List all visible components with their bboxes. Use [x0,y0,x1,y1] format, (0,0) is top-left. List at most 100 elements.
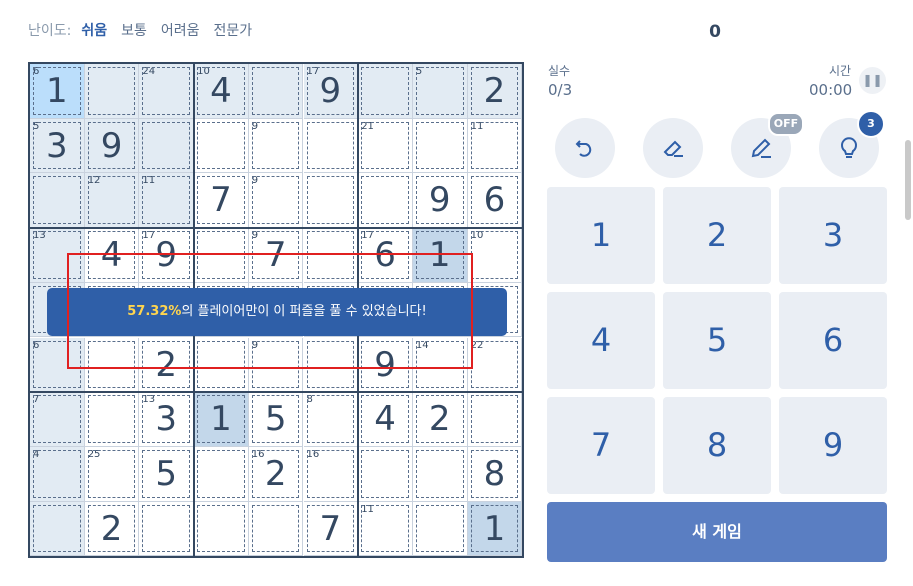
cell-r7c1[interactable]: 7 [30,392,85,447]
cell-r7c9[interactable] [467,392,523,447]
undo-icon [575,140,592,157]
cage-outline [142,504,191,553]
cell-r2c1[interactable]: 53 [30,118,85,174]
cell-r3c6[interactable] [303,173,359,229]
cage-outline [415,504,464,553]
cell-value: 1 [46,71,68,111]
score: 0 [709,22,721,42]
cell-r3c2[interactable]: 12 [84,173,140,229]
difficulty-hard[interactable]: 어려움 [161,20,200,40]
cell-r2c3[interactable] [139,118,195,174]
cell-value: 4 [210,71,232,111]
cell-r8c6[interactable]: 16 [303,446,359,502]
cage-outline [33,449,81,498]
cell-r4c9[interactable]: 10 [467,228,523,283]
pause-icon[interactable]: ❚❚ [859,67,886,94]
cell-r8c2[interactable]: 25 [84,446,140,502]
cell-r7c3[interactable]: 13 3 [139,392,195,447]
numpad-7[interactable]: 7 [547,397,655,494]
cell-r2c4[interactable] [194,118,249,174]
cage-outline [361,449,409,498]
cell-r9c5[interactable] [248,501,304,557]
numpad-5[interactable]: 5 [663,292,771,389]
erase-button[interactable] [643,118,703,178]
cell-r3c1[interactable] [30,173,85,229]
cell-r3c7[interactable] [358,173,413,229]
cell-r9c9[interactable]: 1 [467,501,523,557]
cell-r9c6[interactable]: 7 [303,501,359,557]
cell-r1c5[interactable] [248,64,304,119]
cell-r8c5[interactable]: 16 2 [248,446,304,502]
cell-r9c3[interactable] [139,501,195,557]
cell-r1c4[interactable]: 10 4 [194,64,249,119]
cell-r6c9[interactable]: 22 [467,337,523,393]
cell-r9c1[interactable] [30,501,85,557]
cage-sum: 4 [33,448,40,460]
cell-r7c4[interactable]: 1 [194,392,249,447]
difficulty-expert[interactable]: 전문가 [214,20,253,40]
numpad-4[interactable]: 4 [547,292,655,389]
cell-r7c5[interactable]: 5 [248,392,304,447]
cage-outline [87,395,136,443]
cell-r2c7[interactable]: 21 [358,118,413,174]
page-scrollbar[interactable] [905,140,911,220]
cell-r3c3[interactable]: 11 [139,173,195,229]
cell-r8c4[interactable] [194,446,249,502]
numpad-1[interactable]: 1 [547,187,655,284]
cell-r1c1[interactable]: 61 [30,64,85,119]
cell-r1c8[interactable]: 5 [412,64,468,119]
cell-r7c7[interactable]: 4 [358,392,413,447]
cell-r2c5[interactable]: 9 [248,118,304,174]
cell-r9c2[interactable]: 2 [84,501,140,557]
cell-r8c9[interactable]: 8 [467,446,523,502]
cell-r1c7[interactable] [358,64,413,119]
cage-outline [415,449,464,498]
numpad-2[interactable]: 2 [663,187,771,284]
difficulty-easy[interactable]: 쉬움 [81,20,107,40]
cell-value: 6 [483,180,506,221]
cell-r3c4[interactable]: 7 [194,173,249,229]
cell-r3c5[interactable]: 9 [248,173,304,229]
undo-button[interactable] [555,118,615,178]
cage-sum: 7 [33,394,40,406]
cell-r7c2[interactable] [84,392,140,447]
cell-r3c9[interactable]: 6 [467,173,523,229]
cell-r1c9[interactable]: 2 [467,64,523,119]
cage-outline [197,504,245,553]
numpad-8[interactable]: 8 [663,397,771,494]
cell-value: 2 [264,453,287,494]
difficulty-medium[interactable]: 보통 [121,20,147,40]
cell-r8c3[interactable]: 5 [139,446,195,502]
cell-r1c2[interactable] [84,64,140,119]
cage-sum: 25 [87,448,101,460]
cage-outline [33,176,81,225]
cell-value: 4 [374,399,396,440]
cage-sum: 9 [251,120,259,132]
cell-r9c4[interactable] [194,501,249,557]
cell-value: 5 [264,399,287,440]
cell-value: 9 [428,180,451,221]
cell-r9c8[interactable] [412,501,468,557]
cage-outline [306,121,355,170]
cell-r2c8[interactable] [412,118,468,174]
cell-r2c2[interactable]: 9 [84,118,140,174]
cell-r7c8[interactable]: 2 [412,392,468,447]
cell-r8c7[interactable] [358,446,413,502]
cell-r2c9[interactable]: 11 [467,118,523,174]
new-game-button[interactable]: 새 게임 [547,502,887,562]
cell-r1c3[interactable]: 24 [139,64,195,119]
numpad-9[interactable]: 9 [779,397,887,494]
cell-r8c1[interactable]: 4 [30,446,85,502]
numpad-6[interactable]: 6 [779,292,887,389]
cell-r8c8[interactable] [412,446,468,502]
cell-r9c7[interactable]: 11 [358,501,413,557]
cell-r3c8[interactable]: 9 [412,173,468,229]
cage-sum: 11 [142,175,156,187]
cage-outline [415,67,464,115]
cell-value: 3 [46,125,68,166]
cell-r7c6[interactable]: 8 [303,392,359,447]
numpad-3[interactable]: 3 [779,187,887,284]
cell-r1c6[interactable]: 17 9 [303,64,359,119]
cell-r2c6[interactable] [303,118,359,174]
cell-value: 2 [483,71,506,111]
